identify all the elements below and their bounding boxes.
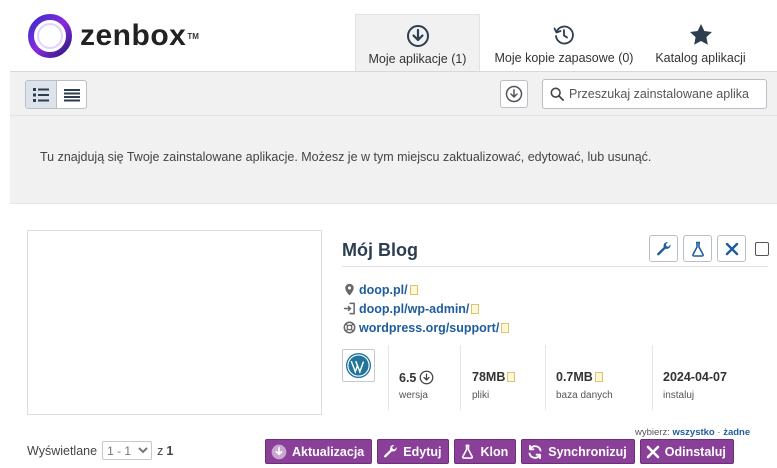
copy-icon[interactable]	[594, 372, 603, 382]
select-label: wybierz:	[635, 427, 670, 438]
view-toggle	[25, 80, 87, 109]
edit-button[interactable]: Edytuj	[377, 439, 450, 464]
search-box[interactable]	[542, 79, 767, 109]
pagination: Wyświetlane 1 - 1 z 1	[27, 441, 173, 460]
page-range-select[interactable]: 1 - 1	[102, 441, 153, 460]
app-links: doop.pl/ doop.pl/wp-admin/ wordpress.org…	[342, 280, 510, 337]
wrench-icon	[383, 444, 398, 459]
stats-divider	[545, 345, 546, 410]
toolbar	[10, 71, 777, 116]
edit-wrench-button[interactable]	[649, 235, 678, 262]
select-app-checkbox[interactable]	[755, 241, 769, 256]
download-circle-small-icon	[505, 85, 523, 103]
detailed-list-view-button[interactable]	[26, 81, 56, 108]
database-label: baza danych	[556, 390, 613, 401]
compact-list-view-button[interactable]	[56, 81, 86, 108]
synchronize-button-label: Synchronizuj	[548, 444, 627, 459]
info-text: Tu znajdują się Twoje zainstalowane apli…	[40, 150, 652, 164]
star-icon	[688, 22, 714, 48]
uninstall-button[interactable]: Odinstaluj	[639, 439, 734, 464]
app-stats: 6.5 wersja 78MB pliki 0.7MB baza danych …	[342, 345, 768, 410]
clone-button-label: Klon	[480, 444, 509, 459]
app-title: Mój Blog	[342, 240, 418, 260]
search-icon	[550, 87, 564, 101]
tab-my-backups-label: Moje kopie zapasowe (0)	[494, 51, 634, 65]
app-thumbnail[interactable]	[27, 230, 322, 415]
copy-icon[interactable]	[507, 372, 516, 382]
close-icon	[646, 445, 660, 459]
tab-app-catalog[interactable]: Katalog aplikacji	[648, 14, 753, 71]
files-value: 78MB	[472, 370, 506, 384]
update-button-label: Aktualizacja	[292, 444, 365, 459]
selection-links: wybierz: wszystko · żadne	[635, 427, 750, 438]
copy-icon[interactable]	[501, 322, 510, 333]
installed-label: instaluj	[663, 390, 695, 401]
flask-icon	[691, 241, 704, 257]
select-none-link[interactable]: żadne	[723, 427, 750, 438]
update-button[interactable]: Aktualizacja	[265, 439, 373, 464]
site-url-link[interactable]: doop.pl/	[359, 283, 408, 297]
admin-url-link[interactable]: doop.pl/wp-admin/	[359, 302, 469, 316]
bulk-actions: Aktualizacja Edytuj Klon Synchronizuj Od…	[265, 439, 734, 464]
version-label: wersja	[399, 390, 428, 401]
pager-of: z	[157, 443, 164, 458]
edit-button-label: Edytuj	[403, 444, 442, 459]
close-icon	[725, 242, 738, 255]
copy-icon[interactable]	[409, 284, 418, 295]
update-circle-icon	[271, 444, 287, 460]
uninstall-button-label: Odinstaluj	[664, 444, 726, 459]
pager-label: Wyświetlane	[27, 443, 98, 458]
synchronize-button[interactable]: Synchronizuj	[521, 439, 635, 464]
wrench-icon	[656, 241, 671, 255]
title-divider	[342, 266, 768, 267]
select-separator: ·	[717, 427, 721, 438]
download-circle-icon	[406, 23, 430, 49]
admin-link-row: doop.pl/wp-admin/	[342, 299, 509, 318]
search-input[interactable]	[569, 87, 759, 101]
update-download-icon[interactable]	[419, 370, 434, 385]
copy-icon[interactable]	[471, 303, 480, 314]
uninstall-x-button[interactable]	[717, 235, 746, 262]
files-label: pliki	[472, 390, 490, 401]
select-all-link[interactable]: wszystko	[672, 427, 714, 438]
database-value: 0.7MB	[556, 370, 593, 384]
wordpress-logo-icon	[342, 349, 375, 382]
history-clock-icon	[552, 22, 576, 48]
life-ring-icon	[342, 321, 356, 334]
compact-list-icon	[63, 88, 80, 101]
brand-tm: TM	[187, 31, 199, 41]
zenbox-logo[interactable]: zenbox TM	[28, 14, 199, 58]
support-url-link[interactable]: wordpress.org/support/	[359, 321, 499, 335]
site-link-row: doop.pl/	[342, 280, 509, 299]
info-banner: Tu znajdują się Twoje zainstalowane apli…	[10, 116, 777, 204]
install-download-button[interactable]	[500, 80, 528, 108]
brand-name: zenbox	[80, 19, 187, 52]
tab-my-apps[interactable]: Moje aplikacje (1)	[355, 14, 480, 71]
support-link-row: wordpress.org/support/	[342, 318, 510, 337]
main-tabs: Moje aplikacje (1) Moje kopie zapasowe (…	[355, 14, 753, 71]
flask-icon	[460, 444, 475, 459]
stats-divider	[460, 345, 461, 410]
zenbox-logo-mark-icon	[28, 14, 72, 58]
detailed-list-icon	[33, 87, 49, 102]
app-installer-page: zenbox TM Moje aplikacje (1) Moje kopie …	[0, 0, 777, 468]
pager-total: 1	[166, 443, 174, 458]
tab-my-backups[interactable]: Moje kopie zapasowe (0)	[480, 14, 648, 71]
version-value: 6.5	[399, 370, 417, 385]
map-pin-icon	[342, 283, 356, 296]
clone-flask-button[interactable]	[683, 235, 712, 262]
app-quick-actions	[649, 235, 769, 262]
stats-divider	[388, 345, 389, 410]
installed-value: 2024-04-07	[663, 370, 727, 384]
tab-app-catalog-label: Katalog aplikacji	[655, 51, 746, 65]
tab-my-apps-label: Moje aplikacje (1)	[368, 52, 467, 66]
sign-in-icon	[342, 302, 356, 315]
sync-icon	[527, 444, 543, 460]
stats-divider	[652, 345, 653, 410]
clone-button[interactable]: Klon	[454, 439, 517, 464]
